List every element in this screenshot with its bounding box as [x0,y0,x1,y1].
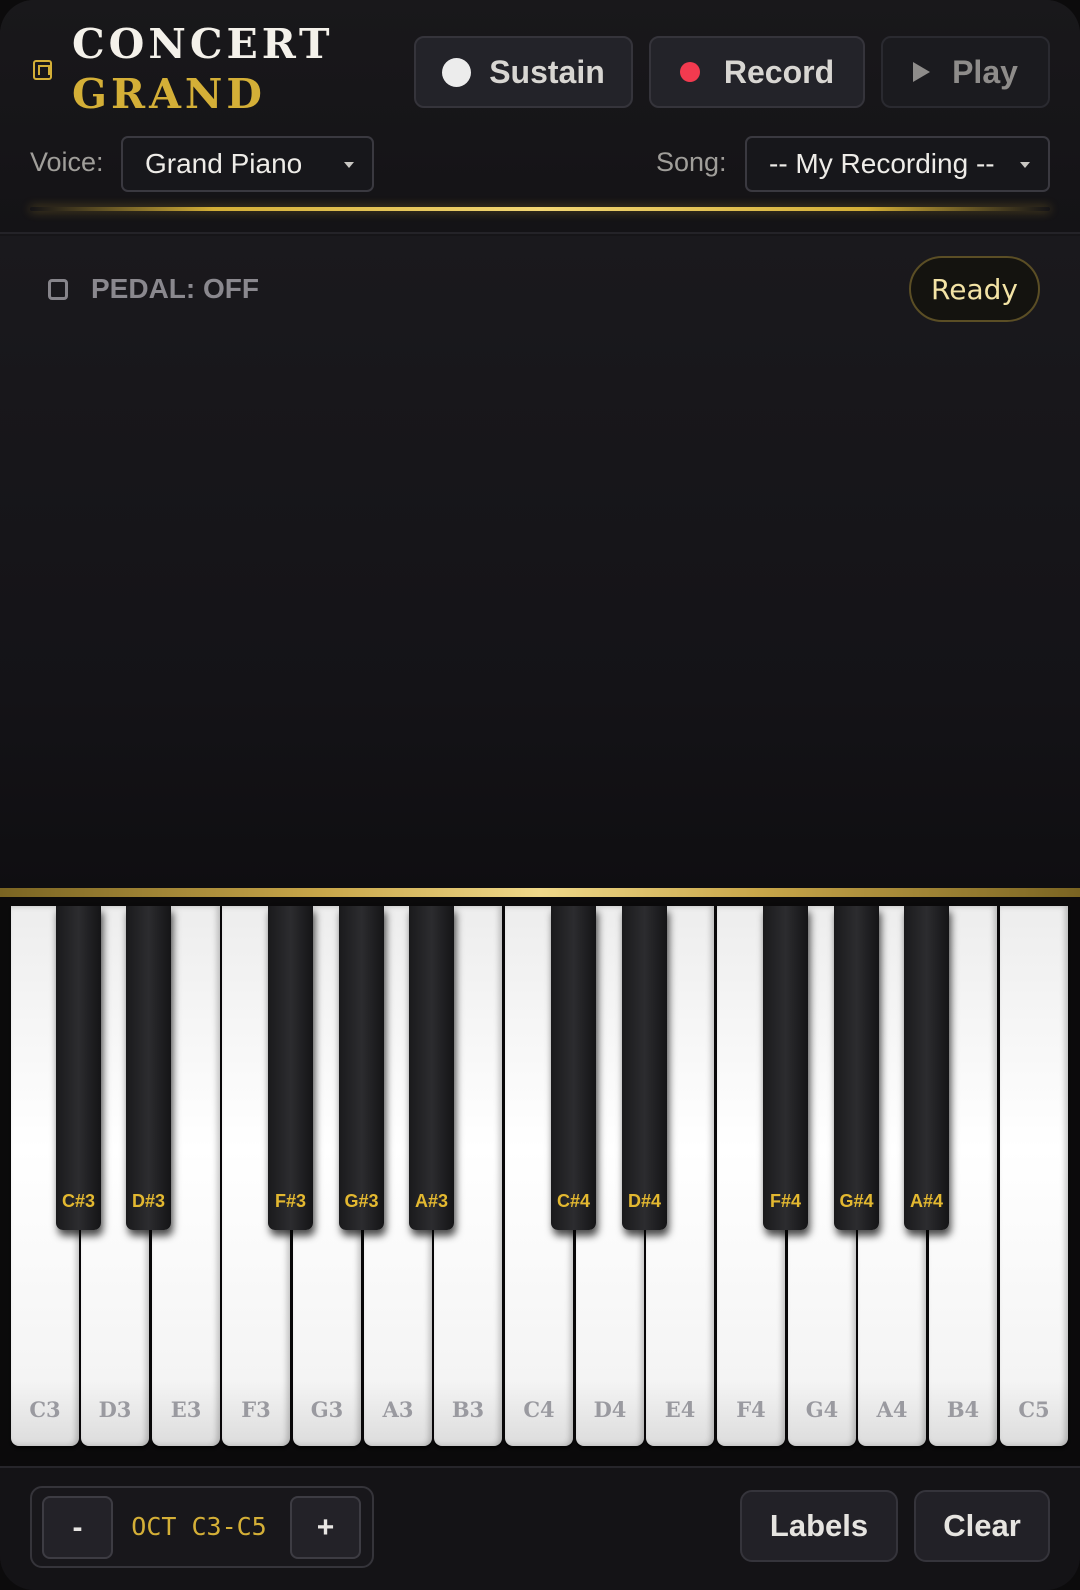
white-key[interactable]: C5 [1000,906,1068,1446]
key-label: F4 [736,1397,766,1422]
sustain-label: Sustain [489,53,605,90]
black-key[interactable]: C#3 [56,906,101,1230]
voice-select-value: Grand Piano [145,148,303,179]
sustain-button[interactable]: Sustain [414,36,633,108]
key-label: A3 [382,1397,414,1422]
footer: - OCT C3-C5 + Labels Clear [0,1466,1080,1590]
record-label: Record [723,53,835,90]
black-key[interactable]: A#3 [409,906,454,1230]
key-label: C3 [29,1397,61,1422]
status-badge: Ready [909,256,1040,322]
black-key[interactable]: F#4 [763,906,808,1230]
voice-select[interactable]: Grand Piano [121,136,374,192]
key-label: B4 [946,1397,980,1422]
labels-button[interactable]: Labels [740,1490,898,1562]
octave-control: - OCT C3-C5 + [30,1486,374,1568]
header-divider [30,207,1050,211]
key-label: A#3 [414,1191,449,1211]
black-key[interactable]: G#3 [339,906,384,1230]
key-label: D3 [98,1397,132,1422]
octave-range-label: OCT C3-C5 [131,1512,267,1541]
key-label: D4 [593,1397,627,1422]
key-label: G4 [805,1397,839,1422]
voice-label: Voice: [30,147,104,177]
header: CONCERT GRAND Sustain Record Play Voice:… [0,0,1080,234]
keyboard-rail [0,888,1080,897]
key-label: B3 [451,1397,485,1422]
key-label: C4 [523,1397,555,1422]
clear-button[interactable]: Clear [914,1490,1050,1562]
piano-icon [33,60,52,80]
pedal-checkbox-icon [48,279,68,300]
play-icon [913,62,931,82]
song-select[interactable]: -- My Recording -- [745,136,1050,192]
key-label: E4 [664,1397,696,1422]
record-button[interactable]: Record [649,36,865,108]
logo-title-line1: CONCERT [72,20,334,68]
octave-down-button[interactable]: - [42,1496,113,1559]
octave-up-button[interactable]: + [290,1496,361,1559]
piano-app: CONCERT GRAND Sustain Record Play Voice:… [0,0,1080,1590]
play-label: Play [952,53,1018,90]
black-key[interactable]: D#3 [126,906,171,1230]
key-label: C#3 [61,1191,96,1211]
black-key[interactable]: D#4 [622,906,667,1230]
pedal-status: PEDAL: OFF [91,273,259,304]
key-label: G#4 [839,1191,874,1211]
play-button[interactable]: Play [881,36,1050,108]
song-label: Song: [656,147,727,177]
key-label: A#4 [909,1191,944,1211]
song-select-value: -- My Recording -- [769,148,995,179]
key-label: A4 [876,1397,908,1422]
key-label: E3 [170,1397,202,1422]
key-label: F#4 [769,1191,802,1211]
black-key[interactable]: G#4 [834,906,879,1230]
key-label: G3 [310,1397,344,1422]
black-key[interactable]: A#4 [904,906,949,1230]
black-key[interactable]: C#4 [551,906,596,1230]
key-label: D#3 [131,1191,166,1211]
key-label: D#4 [627,1191,662,1211]
key-label: F3 [241,1397,271,1422]
chevron-down-icon [344,162,354,168]
key-label: G#3 [344,1191,379,1211]
key-label: C#4 [556,1191,591,1211]
key-label: C5 [1018,1397,1050,1422]
stage-area: PEDAL: OFF Ready [0,236,1080,890]
logo-title-line2: GRAND [72,70,266,118]
sustain-indicator-icon [442,57,472,87]
black-key[interactable]: F#3 [268,906,313,1230]
key-label: F#3 [274,1191,307,1211]
chevron-down-icon [1020,162,1030,168]
record-dot-icon [679,62,700,82]
